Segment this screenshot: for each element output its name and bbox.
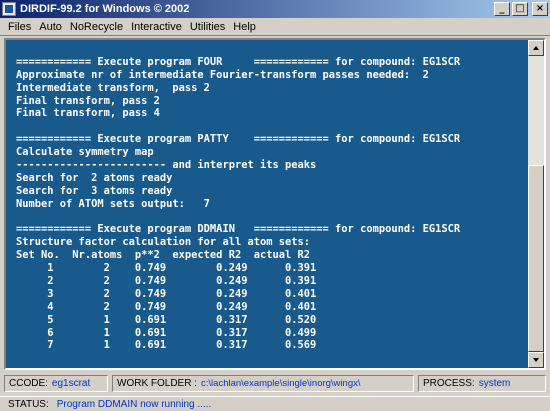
title-bar: DIRDIF-99.2 for Windows © 2002 _ □ ×	[0, 0, 550, 18]
window-title: DIRDIF-99.2 for Windows © 2002	[20, 3, 190, 15]
console-line: Structure factor calculation for all ato…	[16, 236, 311, 249]
window-controls: _ □ ×	[494, 2, 548, 16]
ccode-value: eg1scrat	[51, 378, 91, 389]
menu-auto[interactable]: Auto	[35, 21, 66, 33]
maximize-button[interactable]: □	[512, 2, 528, 16]
work-folder-value: c:\lachlan\example\single\inorg\wingx\	[201, 378, 361, 389]
console-line: 3 2 0.749 0.249 0.401	[16, 287, 317, 300]
scroll-down-button[interactable]	[528, 352, 544, 368]
ccode-label: CCODE:	[9, 378, 48, 389]
console-output[interactable]: ============ Execute program FOUR ======…	[6, 40, 528, 368]
console-line: ============ Execute program FOUR ======…	[16, 55, 461, 68]
work-folder-label: WORK FOLDER :	[117, 378, 198, 389]
menu-help[interactable]: Help	[229, 21, 260, 33]
minimize-button[interactable]: _	[494, 2, 510, 16]
console-line: Search for 3 atoms ready	[16, 184, 173, 197]
ccode-panel: CCODE: eg1scrat	[4, 375, 108, 392]
status-bar: STATUS: Program DDMAIN now running .....	[0, 396, 550, 411]
console-line: ------------------------ and interpret i…	[16, 159, 317, 172]
console-line: Set No. Nr.atoms p**2 expected R2 actual…	[16, 249, 311, 262]
console-line: Final transform, pass 2	[16, 94, 160, 107]
console-line: ============ Execute program DDMAIN ====…	[16, 223, 461, 236]
console-line: Number of ATOM sets output: 7	[16, 197, 210, 210]
menu-utilities[interactable]: Utilities	[186, 21, 229, 33]
process-panel: PROCESS: system	[418, 375, 546, 392]
console-line: ============ Execute program PATTY =====…	[16, 133, 461, 146]
menu-files[interactable]: Files	[4, 21, 35, 33]
close-button[interactable]: ×	[532, 2, 548, 16]
process-value: system	[478, 378, 511, 389]
console-line: 6 1 0.691 0.317 0.499	[16, 326, 317, 339]
menu-norecycle[interactable]: NoRecycle	[66, 21, 127, 33]
process-label: PROCESS:	[423, 378, 475, 389]
work-folder-panel: WORK FOLDER : c:\lachlan\example\single\…	[112, 375, 414, 392]
console-line: Approximate nr of intermediate Fourier-t…	[16, 68, 429, 81]
console-line: Intermediate transform, pass 2	[16, 81, 210, 94]
console-line: 2 2 0.749 0.249 0.391	[16, 275, 317, 288]
console-line: 4 2 0.749 0.249 0.401	[16, 300, 317, 313]
menu-bar: Files Auto NoRecycle Interactive Utiliti…	[0, 18, 550, 36]
app-icon[interactable]	[2, 2, 16, 16]
console-line: Final transform, pass 4	[16, 107, 160, 120]
scroll-up-button[interactable]	[528, 40, 544, 56]
console-line: 7 1 0.691 0.317 0.569	[16, 339, 317, 352]
console-frame: ============ Execute program FOUR ======…	[4, 38, 546, 370]
status-label: STATUS:	[8, 398, 49, 410]
console-line: 1 2 0.749 0.249 0.391	[16, 262, 317, 275]
console-line: 5 1 0.691 0.317 0.520	[16, 313, 317, 326]
status-value: Program DDMAIN now running .....	[56, 398, 212, 410]
console-line: Calculate symmetry map	[16, 146, 154, 159]
vertical-scrollbar[interactable]	[528, 40, 544, 368]
scroll-thumb[interactable]	[528, 165, 544, 352]
info-bar: CCODE: eg1scrat WORK FOLDER : c:\lachlan…	[0, 372, 550, 394]
menu-interactive[interactable]: Interactive	[127, 21, 186, 33]
console-line: Search for 2 atoms ready	[16, 171, 173, 184]
